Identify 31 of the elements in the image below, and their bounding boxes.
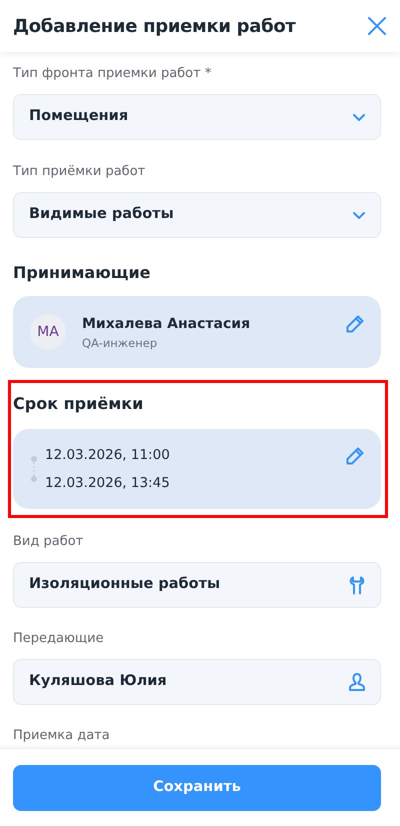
- section-heading: Срок приёмки: [13, 393, 144, 415]
- field-value: Куляшова Юлия: [29, 672, 167, 692]
- person-field[interactable]: Куляшова Юлия: [13, 659, 381, 705]
- wrench-icon[interactable]: [348, 575, 366, 595]
- field-label: Передающие: [13, 630, 105, 648]
- chevron-down-icon[interactable]: [352, 210, 366, 220]
- edit-icon[interactable]: [345, 314, 365, 334]
- select-field[interactable]: Видимые работы: [13, 192, 381, 238]
- field-label: Вид работ: [13, 533, 84, 551]
- field-label: Приемка дата: [13, 727, 111, 745]
- person-card[interactable]: МА Михалева Анастасия QA-инженер: [13, 296, 381, 368]
- select-field[interactable]: Помещения: [13, 94, 381, 140]
- field-value: Изоляционные работы: [29, 575, 220, 594]
- close-icon[interactable]: [367, 16, 387, 36]
- select-field[interactable]: Изоляционные работы: [13, 562, 381, 608]
- timeline-icon: [31, 456, 37, 482]
- period-card[interactable]: 12.03.2026, 11:00 12.03.2026, 13:45: [13, 429, 381, 509]
- field-value: Видимые работы: [29, 205, 174, 224]
- field-label: Тип приёмки работ: [13, 163, 146, 181]
- chevron-down-icon[interactable]: [352, 112, 366, 122]
- avatar: МА: [30, 314, 66, 350]
- field-value: Помещения: [29, 107, 128, 126]
- end-date: 12.03.2026, 13:45: [45, 474, 170, 493]
- section-heading: Принимающие: [13, 262, 152, 284]
- edit-icon[interactable]: [345, 446, 365, 466]
- person-role: QA-инженер: [82, 335, 158, 352]
- person-name: Михалева Анастасия: [82, 315, 250, 334]
- page-title: Добавление приемки работ: [13, 14, 296, 38]
- start-date: 12.03.2026, 11:00: [45, 446, 170, 465]
- field-label: Тип фронта приемки работ *: [13, 65, 212, 83]
- person-icon[interactable]: [348, 672, 366, 692]
